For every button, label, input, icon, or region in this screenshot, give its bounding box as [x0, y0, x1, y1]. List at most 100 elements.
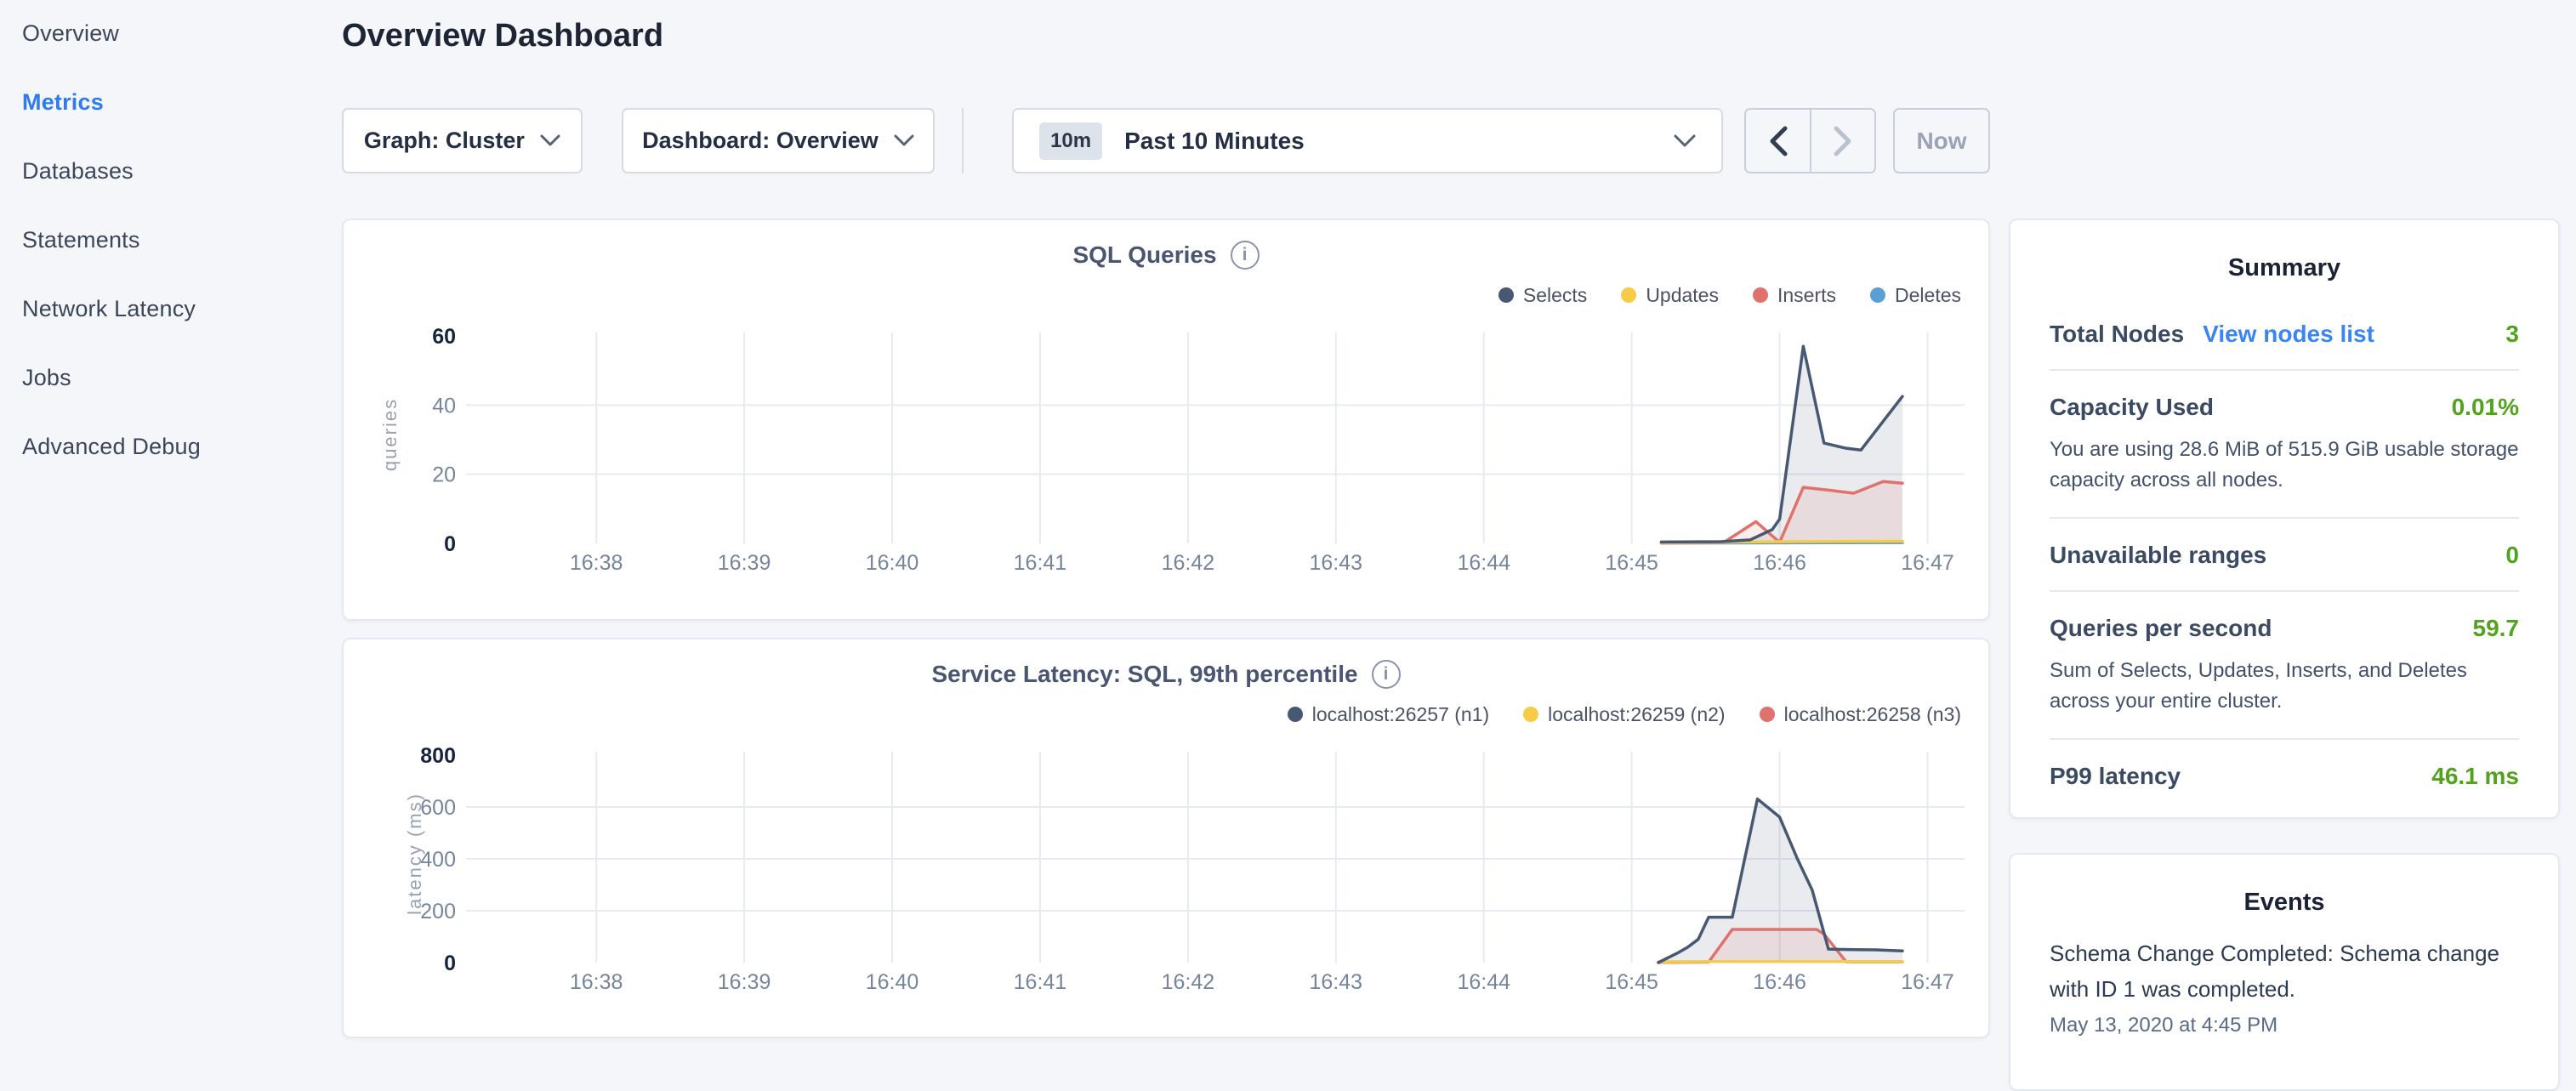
- legend-item[interactable]: Deletes: [1870, 284, 1961, 307]
- summary-row: Total NodesView nodes list3: [2050, 298, 2519, 371]
- summary-label: Unavailable ranges: [2050, 542, 2266, 569]
- legend-item[interactable]: Updates: [1621, 284, 1719, 307]
- chart-title: SQL Queries: [1072, 241, 1216, 269]
- chevron-left-icon: [1769, 126, 1788, 156]
- sidebar-item-metrics[interactable]: Metrics: [22, 88, 342, 116]
- legend-label: Inserts: [1777, 284, 1836, 307]
- svg-text:16:41: 16:41: [1014, 551, 1067, 575]
- chevron-right-icon: [1834, 126, 1852, 156]
- page-title: Overview Dashboard: [342, 17, 1990, 54]
- chevron-down-icon: [1674, 134, 1696, 148]
- service-latency-plot: latency (ms) 16:3816:3916:4016:4116:4216…: [367, 731, 1965, 997]
- legend-label: localhost:26258 (n3): [1784, 703, 1961, 726]
- summary-row: Queries per second 59.7 Sum of Selects, Up…: [2050, 592, 2519, 740]
- svg-text:16:39: 16:39: [718, 970, 771, 994]
- svg-text:16:38: 16:38: [570, 551, 623, 575]
- chart-legend: localhost:26257 (n1) localhost:26259 (n2)…: [344, 702, 1961, 726]
- legend-label: localhost:26259 (n2): [1548, 703, 1725, 726]
- svg-text:16:42: 16:42: [1162, 551, 1215, 575]
- sidebar-item-statements[interactable]: Statements: [22, 225, 342, 254]
- svg-text:16:45: 16:45: [1605, 970, 1658, 994]
- sidebar-item-databases[interactable]: Databases: [22, 156, 342, 185]
- legend-label: Selects: [1523, 284, 1587, 307]
- sidebar-item-advanced-debug[interactable]: Advanced Debug: [22, 432, 342, 461]
- sidebar-item-jobs[interactable]: Jobs: [22, 363, 342, 392]
- svg-text:16:44: 16:44: [1457, 970, 1510, 994]
- event-timestamp: May 13, 2020 at 4:45 PM: [2050, 1014, 2519, 1037]
- legend-dot-icon: [1523, 707, 1538, 722]
- info-icon[interactable]: i: [1231, 241, 1260, 270]
- svg-text:16:42: 16:42: [1162, 970, 1215, 994]
- sql-queries-plot: queries 16:3816:3916:4016:4116:4216:4316…: [367, 312, 1965, 577]
- time-window-selector[interactable]: 10m Past 10 Minutes: [1012, 108, 1723, 173]
- summary-panel: Summary Total NodesView nodes list3Capac…: [2009, 219, 2560, 819]
- summary-value: 46.1 ms: [2431, 763, 2519, 790]
- summary-value: 59.7: [2473, 615, 2520, 642]
- summary-label: Total Nodes: [2050, 321, 2184, 348]
- svg-text:16:47: 16:47: [1901, 551, 1954, 575]
- event-message: Schema Change Completed: Schema change w…: [2050, 935, 2519, 1007]
- svg-text:16:41: 16:41: [1014, 970, 1067, 994]
- svg-text:16:43: 16:43: [1310, 970, 1363, 994]
- now-button[interactable]: Now: [1893, 108, 1990, 173]
- dashboard-dropdown[interactable]: Dashboard: Overview: [622, 108, 935, 173]
- svg-text:16:45: 16:45: [1605, 551, 1658, 575]
- chevron-down-icon: [894, 134, 914, 147]
- svg-text:16:46: 16:46: [1753, 551, 1806, 575]
- summary-label: Capacity Used: [2050, 394, 2214, 421]
- time-forward-button[interactable]: [1810, 110, 1874, 172]
- time-window-label: Past 10 Minutes: [1124, 128, 1305, 155]
- legend-dot-icon: [1870, 287, 1885, 303]
- sidebar-item-overview[interactable]: Overview: [22, 19, 342, 48]
- legend-item[interactable]: Inserts: [1753, 284, 1836, 307]
- time-step-buttons: [1744, 108, 1876, 173]
- y-axis-label: queries: [379, 398, 401, 471]
- dashboard-dropdown-label: Dashboard: Overview: [642, 128, 879, 154]
- graph-dropdown[interactable]: Graph: Cluster: [342, 108, 583, 173]
- y-axis-label: latency (ms): [404, 793, 426, 915]
- main-content: Overview Dashboard Graph: Cluster Dashbo…: [342, 0, 1990, 1051]
- legend-label: localhost:26257 (n1): [1312, 703, 1489, 726]
- legend-dot-icon: [1288, 707, 1303, 722]
- summary-description: Sum of Selects, Updates, Inserts, and De…: [2050, 656, 2519, 717]
- summary-value: 0.01%: [2452, 394, 2519, 421]
- svg-text:60: 60: [432, 325, 456, 349]
- legend-item[interactable]: localhost:26257 (n1): [1288, 703, 1489, 726]
- app-root: Overview Metrics Databases Statements Networ…: [0, 0, 2576, 1051]
- legend-item[interactable]: localhost:26258 (n3): [1760, 703, 1961, 726]
- summary-description: You are using 28.6 MiB of 515.9 GiB usab…: [2050, 435, 2519, 496]
- sql-queries-chart-card: SQL Queries i Selects Updates Inserts Delet…: [342, 219, 1990, 621]
- sql-queries-chart-svg: 16:3816:3916:4016:4116:4216:4316:4416:45…: [367, 312, 1968, 577]
- controls-divider: [962, 108, 964, 173]
- legend-label: Deletes: [1895, 284, 1961, 307]
- legend-item[interactable]: localhost:26259 (n2): [1523, 703, 1725, 726]
- chart-title: Service Latency: SQL, 99th percentile: [931, 661, 1357, 688]
- events-list: Schema Change Completed: Schema change w…: [2050, 935, 2519, 1037]
- svg-text:16:40: 16:40: [866, 551, 919, 575]
- sidebar: Overview Metrics Databases Statements Networ…: [0, 0, 342, 1051]
- svg-text:16:43: 16:43: [1310, 551, 1363, 575]
- events-panel: Events Schema Change Completed: Schema c…: [2009, 853, 2560, 1091]
- legend-dot-icon: [1498, 287, 1514, 303]
- legend-dot-icon: [1753, 287, 1768, 303]
- view-nodes-list-link[interactable]: View nodes list: [2203, 321, 2374, 348]
- summary-label: Queries per second: [2050, 615, 2272, 642]
- svg-text:16:38: 16:38: [570, 970, 623, 994]
- svg-text:800: 800: [420, 744, 456, 768]
- svg-text:0: 0: [444, 952, 456, 975]
- svg-text:16:39: 16:39: [718, 551, 771, 575]
- time-window-badge: 10m: [1039, 122, 1102, 160]
- sidebar-item-network-latency[interactable]: Network Latency: [22, 294, 342, 323]
- legend-dot-icon: [1621, 287, 1636, 303]
- svg-text:16:47: 16:47: [1901, 970, 1954, 994]
- service-latency-chart-svg: 16:3816:3916:4016:4116:4216:4316:4416:45…: [367, 731, 1968, 997]
- svg-text:0: 0: [444, 532, 456, 556]
- legend-label: Updates: [1646, 284, 1719, 307]
- legend-item[interactable]: Selects: [1498, 284, 1587, 307]
- right-column: Summary Total NodesView nodes list3Capac…: [1990, 0, 2576, 1051]
- info-icon[interactable]: i: [1372, 660, 1401, 689]
- summary-label: P99 latency: [2050, 763, 2181, 790]
- time-back-button[interactable]: [1746, 110, 1811, 172]
- service-latency-chart-card: Service Latency: SQL, 99th percentile i …: [342, 638, 1990, 1038]
- summary-rows: Total NodesView nodes list3Capacity Used…: [2050, 298, 2519, 811]
